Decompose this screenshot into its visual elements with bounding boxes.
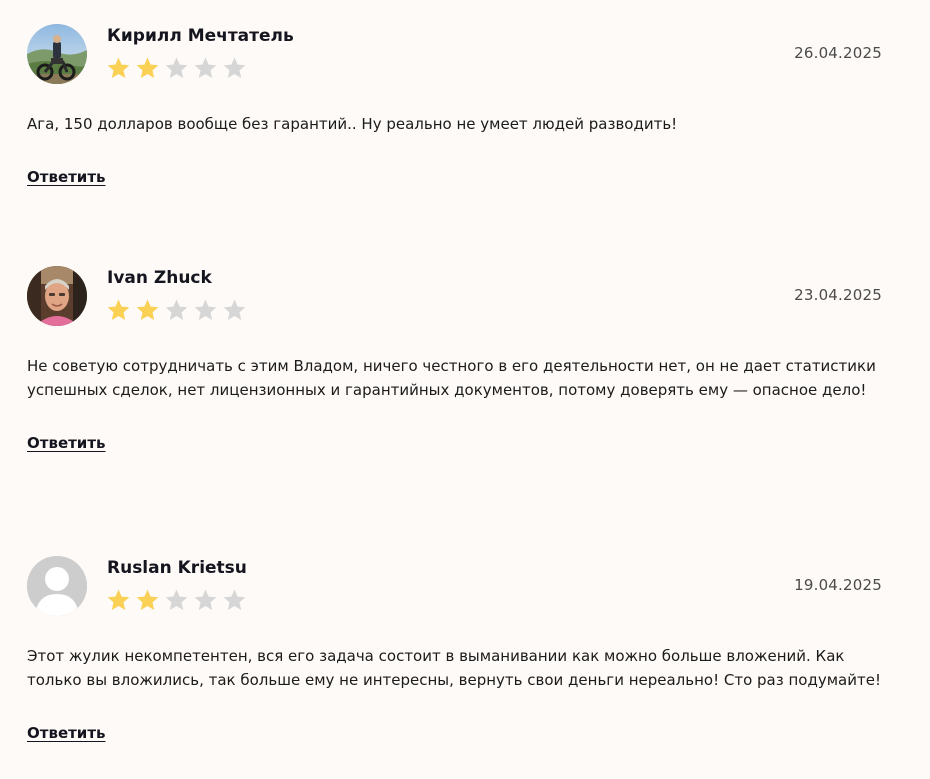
author-name: Ivan Zhuck — [107, 268, 212, 288]
star-empty-icon — [194, 299, 217, 320]
star-empty-icon — [223, 299, 246, 320]
star-empty-icon — [223, 589, 246, 610]
star-empty-icon — [165, 57, 188, 78]
star-filled-icon — [136, 589, 159, 610]
author-name: Ruslan Krietsu — [107, 558, 247, 578]
star-empty-icon — [194, 57, 217, 78]
avatar — [27, 24, 87, 84]
review-item: Кирилл Мечтатель 26.04.2025 Ага, 150 дол… — [27, 24, 882, 186]
star-filled-icon — [136, 57, 159, 78]
review-date: 26.04.2025 — [794, 44, 882, 62]
review-item: Ivan Zhuck 23.04.2025 Не советую сотрудн… — [27, 266, 882, 452]
star-filled-icon — [107, 299, 130, 320]
star-empty-icon — [165, 299, 188, 320]
review-header: Ivan Zhuck 23.04.2025 — [27, 266, 882, 328]
star-empty-icon — [223, 57, 246, 78]
review-date: 19.04.2025 — [794, 576, 882, 594]
star-filled-icon — [107, 57, 130, 78]
star-filled-icon — [107, 589, 130, 610]
avatar — [27, 556, 87, 616]
star-empty-icon — [165, 589, 188, 610]
photo-avatar-portrait-icon — [27, 266, 87, 326]
star-rating — [106, 588, 247, 614]
default-user-icon — [27, 556, 87, 616]
reply-button[interactable]: Ответить — [27, 724, 106, 742]
review-item: Ruslan Krietsu 19.04.2025 Этот жулик нек… — [27, 556, 882, 742]
review-date: 23.04.2025 — [794, 286, 882, 304]
star-rating — [106, 56, 247, 82]
review-text: Не советую сотрудничать с этим Владом, н… — [27, 357, 876, 399]
review-text: Этот жулик некомпетентен, вся его задача… — [27, 647, 881, 689]
review-header: Ruslan Krietsu 19.04.2025 — [27, 556, 882, 618]
reply-button[interactable]: Ответить — [27, 434, 106, 452]
review-header: Кирилл Мечтатель 26.04.2025 — [27, 24, 882, 86]
review-text: Ага, 150 долларов вообще без гарантий.. … — [27, 115, 678, 133]
photo-avatar-motorcycle-icon — [27, 24, 87, 84]
avatar — [27, 266, 87, 326]
star-rating — [106, 298, 247, 324]
star-empty-icon — [194, 589, 217, 610]
author-name: Кирилл Мечтатель — [107, 26, 294, 46]
star-filled-icon — [136, 299, 159, 320]
reply-button[interactable]: Ответить — [27, 168, 106, 186]
